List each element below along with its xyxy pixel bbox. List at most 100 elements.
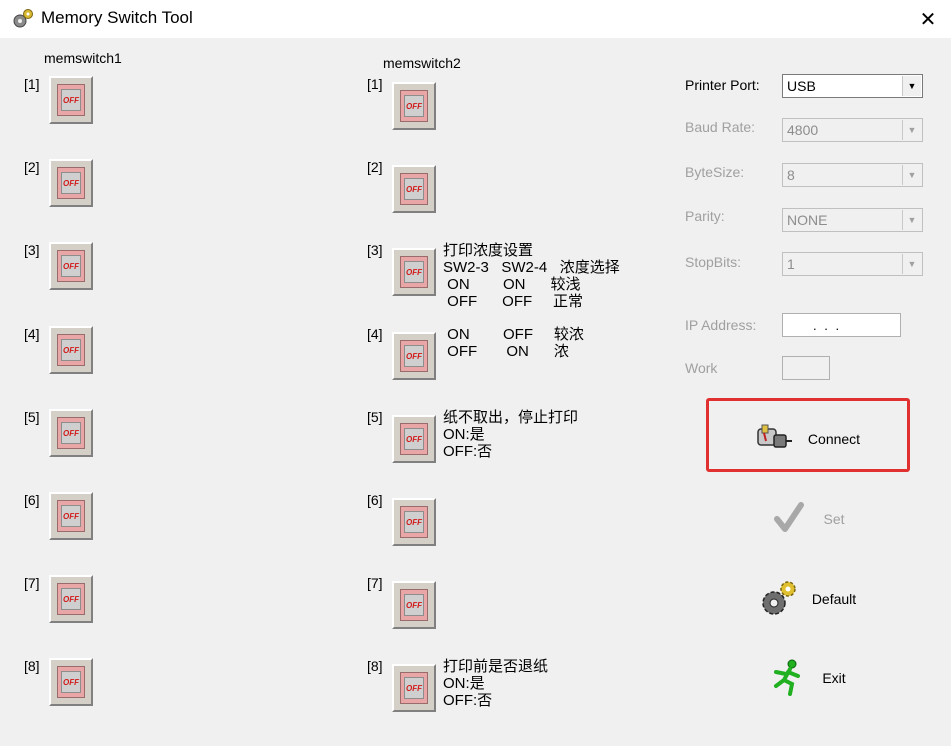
connect-label: Connect [807,431,861,447]
switch-face: OFF [57,417,85,449]
exit-label: Exit [822,670,846,686]
gear-icon [762,581,796,615]
switch-face: OFF [400,256,428,288]
switch-index-label: [3] [24,242,40,258]
off-toggle-switch[interactable]: OFF [392,415,436,463]
switch-index-label: [8] [367,658,383,674]
switch-state-text: OFF [61,505,81,527]
off-toggle-switch[interactable]: OFF [49,326,93,374]
switch-index-label: [6] [367,492,383,508]
switch-state-text: OFF [61,89,81,111]
title-bar: Memory Switch Tool ✕ [0,0,951,38]
switch-index-label: [3] [367,242,383,258]
off-toggle-switch[interactable]: OFF [392,498,436,546]
off-toggle-switch[interactable]: OFF [49,492,93,540]
baud-rate-label: Baud Rate: [685,119,756,135]
chevron-down-icon[interactable]: ▼ [902,210,921,230]
switch-face: OFF [400,340,428,372]
off-toggle-switch[interactable]: OFF [49,159,93,207]
note-sw2-4: ON OFF 较浓 OFF ON 浓 [447,326,584,360]
switch-state-text: OFF [404,345,424,367]
off-toggle-switch[interactable]: OFF [392,332,436,380]
switch-face: OFF [400,90,428,122]
switch-face: OFF [57,334,85,366]
off-toggle-switch[interactable]: OFF [49,242,93,290]
off-toggle-switch[interactable]: OFF [49,658,93,706]
switch-state-text: OFF [61,671,81,693]
note-sw2-5: 纸不取出，停止打印 ON:是 OFF:否 [443,409,579,460]
byte-size-select[interactable]: 8 ▼ [782,163,923,187]
stop-bits-label: StopBits: [685,254,742,270]
close-button[interactable]: ✕ [905,0,951,38]
switch-state-text: OFF [61,172,81,194]
switch-face: OFF [57,250,85,282]
note-sw2-8: 打印前是否退纸 ON:是 OFF:否 [443,658,549,709]
chevron-down-icon[interactable]: ▼ [902,165,921,185]
baud-rate-value: 4800 [787,122,819,138]
switch-state-text: OFF [404,95,424,117]
switch-face: OFF [400,672,428,704]
off-toggle-switch[interactable]: OFF [392,664,436,712]
switch-state-text: OFF [404,428,424,450]
byte-size-value: 8 [787,167,795,183]
switch-face: OFF [57,500,85,532]
switch-face: OFF [400,589,428,621]
switch-state-text: OFF [404,261,424,283]
parity-value: NONE [787,212,828,228]
memswitch1-label: memswitch1 [44,50,122,66]
chevron-down-icon[interactable]: ▼ [902,254,921,274]
switch-face: OFF [57,84,85,116]
off-toggle-switch[interactable]: OFF [49,76,93,124]
switch-index-label: [5] [24,409,40,425]
ip-address-label: IP Address: [685,317,757,333]
ip-address-input[interactable]: . . . [782,313,901,337]
printer-port-select[interactable]: USB ▼ [782,74,923,98]
work-label: Work [685,360,718,376]
dialog-client-area: memswitch1 memswitch2 [1] OFF [2] OFF [3] OFF… [1,38,950,746]
set-label: Set [823,511,845,527]
connect-button[interactable]: Connect [707,409,907,469]
default-button[interactable]: Default [707,569,907,629]
switch-index-label: [4] [24,326,40,342]
printer-port-label: Printer Port: [685,77,760,93]
off-toggle-switch[interactable]: OFF [49,575,93,623]
byte-size-label: ByteSize: [685,164,745,180]
switch-index-label: [8] [24,658,40,674]
switch-face: OFF [400,506,428,538]
switch-state-text: OFF [404,594,424,616]
printer-port-value: USB [787,78,816,94]
chevron-down-icon[interactable]: ▼ [902,120,921,140]
switch-state-text: OFF [61,339,81,361]
switch-state-text: OFF [61,255,81,277]
off-toggle-switch[interactable]: OFF [392,82,436,130]
switch-state-text: OFF [404,511,424,533]
switch-face: OFF [400,423,428,455]
note-sw2-3: 打印浓度设置 SW2-3 SW2-4 浓度选择 ON ON 较浅 OFF OFF… [443,242,620,310]
off-toggle-switch[interactable]: OFF [392,581,436,629]
off-toggle-switch[interactable]: OFF [392,248,436,296]
switch-index-label: [5] [367,409,383,425]
switch-index-label: [4] [367,326,383,342]
off-toggle-switch[interactable]: OFF [49,409,93,457]
running-man-exit-icon [774,659,801,696]
chevron-down-icon[interactable]: ▼ [902,76,921,96]
window-title: Memory Switch Tool [41,8,193,27]
parity-label: Parity: [685,208,725,224]
memswitch2-label: memswitch2 [383,55,461,71]
work-field [782,356,830,380]
default-label: Default [811,591,857,607]
set-button[interactable]: Set [707,489,907,549]
checkmark-icon [774,502,805,532]
switch-face: OFF [57,583,85,615]
off-toggle-switch[interactable]: OFF [392,165,436,213]
gears-app-icon [13,9,33,28]
plug-connect-icon [757,424,792,448]
switch-face: OFF [57,666,85,698]
parity-select[interactable]: NONE ▼ [782,208,923,232]
stop-bits-value: 1 [787,256,795,272]
switch-state-text: OFF [404,178,424,200]
exit-button[interactable]: Exit [707,648,907,708]
switch-index-label: [2] [24,159,40,175]
stop-bits-select[interactable]: 1 ▼ [782,252,923,276]
baud-rate-select[interactable]: 4800 ▼ [782,118,923,142]
